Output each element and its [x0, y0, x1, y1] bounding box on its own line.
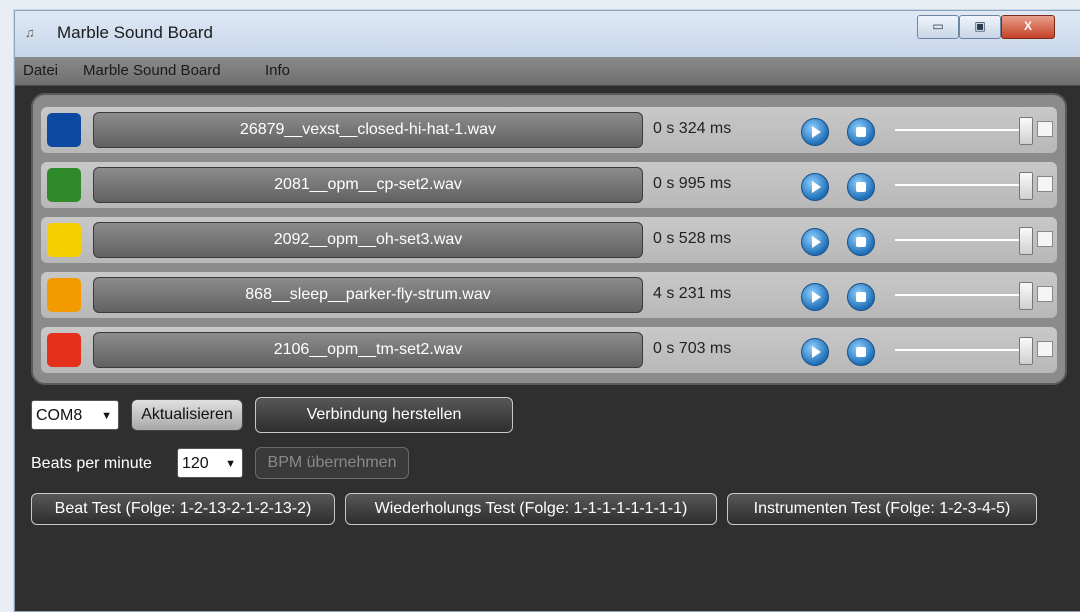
stop-icon[interactable] — [847, 228, 875, 256]
volume-slider-thumb[interactable] — [1019, 227, 1033, 255]
color-swatch[interactable] — [47, 223, 81, 257]
chevron-down-icon: ▼ — [101, 410, 112, 422]
enable-checkbox[interactable] — [1037, 121, 1053, 137]
play-icon[interactable] — [801, 118, 829, 146]
sound-file-button[interactable]: 868__sleep__parker-fly-strum.wav — [93, 277, 643, 313]
sound-row: 2092__opm__oh-set3.wav 0 s 528 ms — [41, 217, 1057, 263]
bpm-label: Beats per minute — [31, 455, 152, 472]
menu-info[interactable]: Info — [265, 62, 290, 79]
sound-duration: 0 s 324 ms — [653, 120, 732, 137]
sound-duration: 0 s 995 ms — [653, 175, 732, 192]
beat-test-button[interactable]: Beat Test (Folge: 1-2-13-2-1-2-13-2) — [31, 493, 335, 525]
volume-slider-track[interactable] — [895, 294, 1025, 296]
maximize-button[interactable]: ▣ — [959, 15, 1001, 39]
app-window: ♫ Marble Sound Board ▭ ▣ X Datei Marble … — [14, 10, 1080, 612]
sound-file-button[interactable]: 2106__opm__tm-set2.wav — [93, 332, 643, 368]
volume-slider-thumb[interactable] — [1019, 117, 1033, 145]
volume-slider-track[interactable] — [895, 239, 1025, 241]
play-icon[interactable] — [801, 173, 829, 201]
enable-checkbox[interactable] — [1037, 231, 1053, 247]
refresh-button[interactable]: Aktualisieren — [131, 399, 243, 431]
color-swatch[interactable] — [47, 168, 81, 202]
app-icon: ♫ — [25, 25, 35, 40]
bpm-select[interactable]: 120 ▼ — [177, 448, 243, 478]
sound-list-panel: 26879__vexst__closed-hi-hat-1.wav 0 s 32… — [31, 93, 1067, 385]
minimize-button[interactable]: ▭ — [917, 15, 959, 39]
stop-icon[interactable] — [847, 118, 875, 146]
connect-button[interactable]: Verbindung herstellen — [255, 397, 513, 433]
apply-bpm-button[interactable]: BPM übernehmen — [255, 447, 409, 479]
volume-slider-track[interactable] — [895, 129, 1025, 131]
title-bar[interactable]: ♫ Marble Sound Board ▭ ▣ X — [15, 11, 1080, 57]
enable-checkbox[interactable] — [1037, 341, 1053, 357]
sound-duration: 4 s 231 ms — [653, 285, 732, 302]
menu-bar: Datei Marble Sound Board Info — [15, 57, 1080, 86]
color-swatch[interactable] — [47, 278, 81, 312]
window-title: Marble Sound Board — [57, 23, 213, 42]
com-port-select[interactable]: COM8 ▼ — [31, 400, 119, 430]
play-icon[interactable] — [801, 228, 829, 256]
chevron-down-icon: ▼ — [225, 458, 236, 470]
enable-checkbox[interactable] — [1037, 176, 1053, 192]
color-swatch[interactable] — [47, 113, 81, 147]
sound-file-button[interactable]: 2081__opm__cp-set2.wav — [93, 167, 643, 203]
enable-checkbox[interactable] — [1037, 286, 1053, 302]
sound-row: 26879__vexst__closed-hi-hat-1.wav 0 s 32… — [41, 107, 1057, 153]
repeat-test-button[interactable]: Wiederholungs Test (Folge: 1-1-1-1-1-1-1… — [345, 493, 717, 525]
sound-file-button[interactable]: 26879__vexst__closed-hi-hat-1.wav — [93, 112, 643, 148]
play-icon[interactable] — [801, 283, 829, 311]
stop-icon[interactable] — [847, 283, 875, 311]
volume-slider-thumb[interactable] — [1019, 172, 1033, 200]
menu-datei[interactable]: Datei — [23, 62, 58, 79]
sound-duration: 0 s 703 ms — [653, 340, 732, 357]
volume-slider-track[interactable] — [895, 184, 1025, 186]
sound-row: 2081__opm__cp-set2.wav 0 s 995 ms — [41, 162, 1057, 208]
volume-slider-thumb[interactable] — [1019, 282, 1033, 310]
menu-marble-sound-board[interactable]: Marble Sound Board — [83, 62, 221, 79]
sound-file-button[interactable]: 2092__opm__oh-set3.wav — [93, 222, 643, 258]
stop-icon[interactable] — [847, 173, 875, 201]
play-icon[interactable] — [801, 338, 829, 366]
volume-slider-thumb[interactable] — [1019, 337, 1033, 365]
volume-slider-track[interactable] — [895, 349, 1025, 351]
sound-row: 2106__opm__tm-set2.wav 0 s 703 ms — [41, 327, 1057, 373]
com-port-value: COM8 — [36, 407, 83, 424]
sound-row: 868__sleep__parker-fly-strum.wav 4 s 231… — [41, 272, 1057, 318]
stop-icon[interactable] — [847, 338, 875, 366]
bpm-value: 120 — [182, 455, 209, 472]
color-swatch[interactable] — [47, 333, 81, 367]
close-button[interactable]: X — [1001, 15, 1055, 39]
sound-duration: 0 s 528 ms — [653, 230, 732, 247]
instrument-test-button[interactable]: Instrumenten Test (Folge: 1-2-3-4-5) — [727, 493, 1037, 525]
